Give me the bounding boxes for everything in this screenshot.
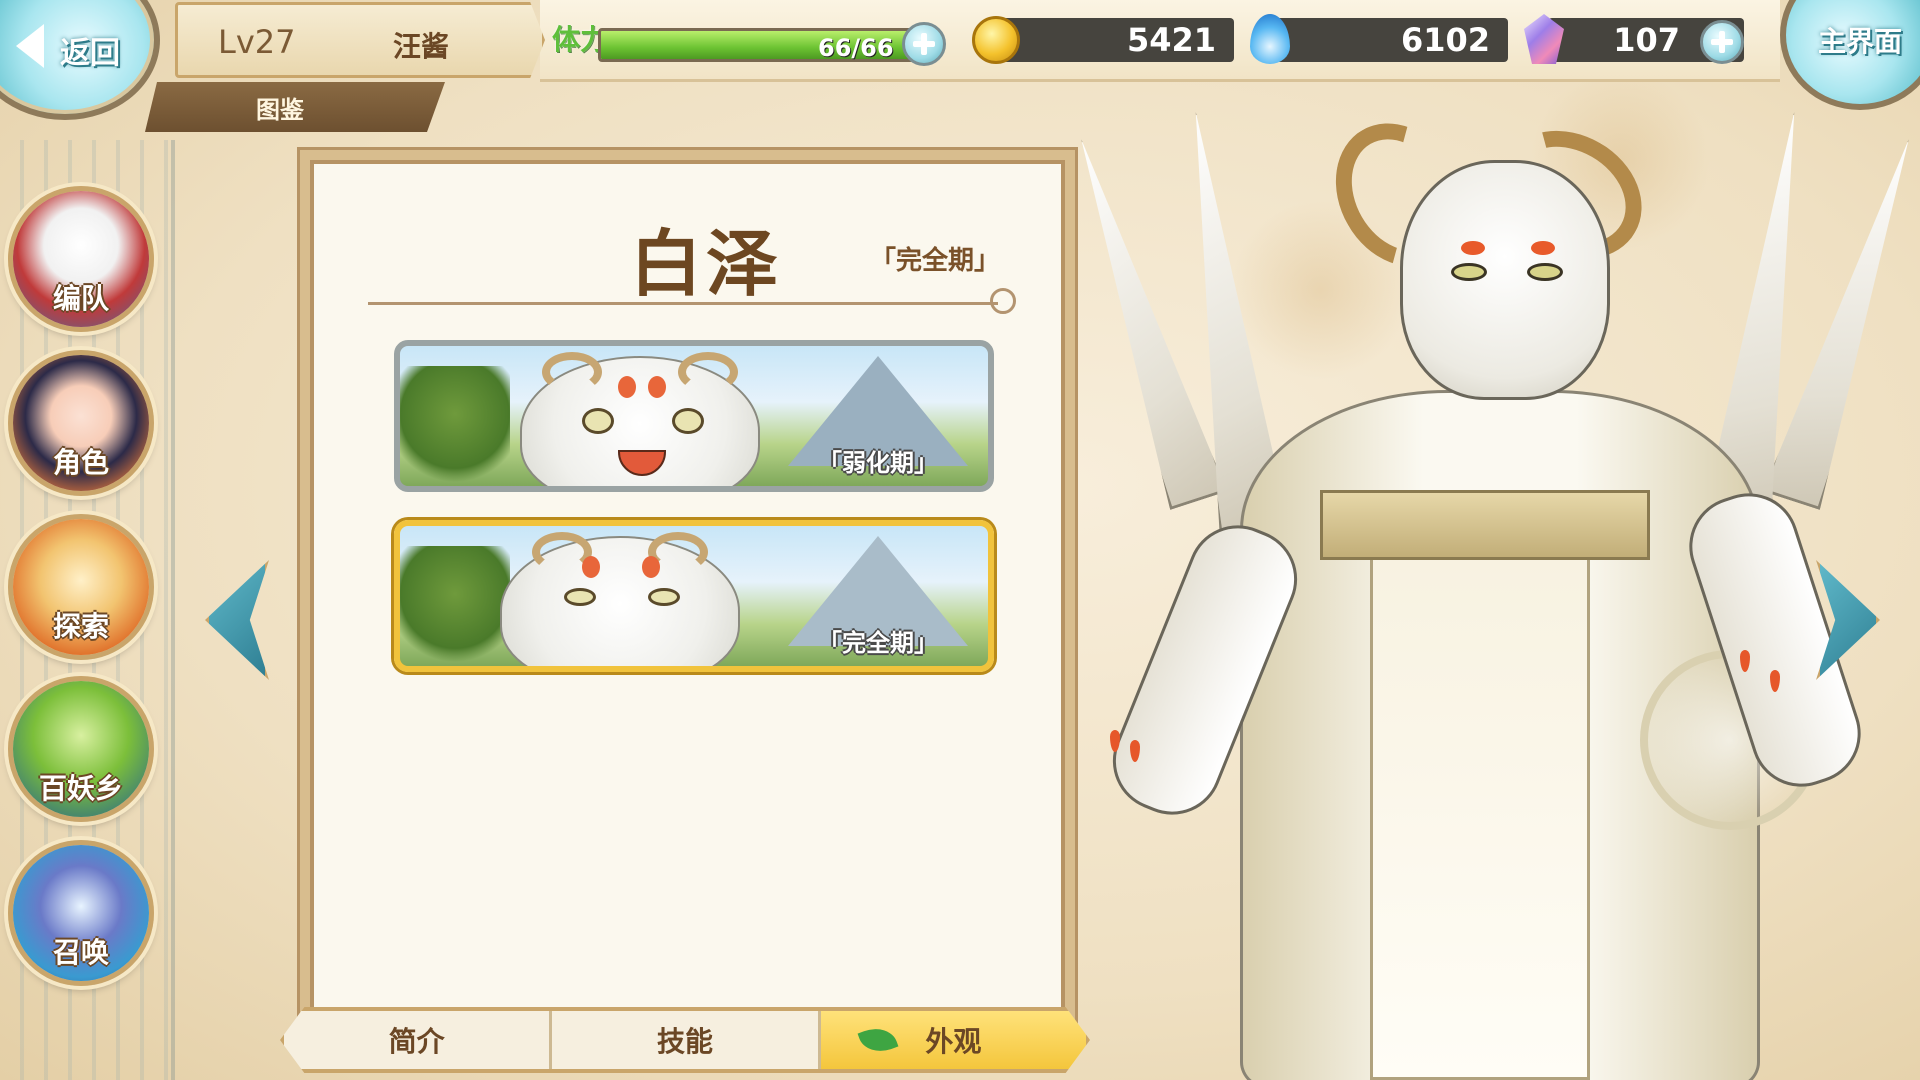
monster-name: 白泽 [630,222,783,306]
portrait-mouth [618,450,666,476]
character-illustration [1080,90,1920,1080]
face-marking [648,376,666,398]
section-title: 图鉴 [256,95,304,124]
portrait-eye [564,588,596,606]
baize-complete-portrait [500,532,740,666]
gold-value: 5421 [1126,21,1216,59]
nav-item-team[interactable]: 编队 [8,186,154,332]
card-stage-label: 「弱化期」 [818,449,938,477]
nav-item-label: 探索 [52,610,109,643]
appearance-card-complete[interactable]: 「完全期」 [394,520,994,672]
apron-art [1370,510,1590,1080]
gold-counter: 5421 [1002,18,1234,62]
tab-label: 简介 [388,1025,445,1058]
add-gems-button[interactable] [1700,20,1744,64]
appearance-card-weakened[interactable]: 「弱化期」 [394,340,994,492]
tab-label: 技能 [656,1025,713,1058]
player-name: 汪酱 [393,30,450,63]
nav-item-label: 召唤 [52,936,109,969]
character-head-art [1400,160,1610,400]
card-tree-art [400,366,510,486]
stamina-value: 66/66 [818,34,894,62]
tab-label: 外观 [925,1025,982,1058]
portrait-eye [672,408,704,434]
card-tree-art [400,546,510,666]
codex-panel: 白泽 「完全期」 「弱化期」 「完全期」 [300,150,1075,1030]
portrait-eye [582,408,614,434]
current-stage-label: 「完全期」 [870,246,1001,276]
character-eye [1527,263,1563,281]
nav-item-label: 编队 [52,282,109,315]
leaf-icon [857,1021,899,1059]
nav-item-village[interactable]: 百妖乡 [8,676,154,822]
face-marking [1531,241,1555,255]
add-stamina-button[interactable] [902,22,946,66]
back-arrow-icon [16,24,44,68]
player-level: Lv27 [218,23,296,61]
nav-item-summon[interactable]: 召唤 [8,840,154,986]
section-title-tag: 图鉴 [145,82,445,132]
tab-skills[interactable]: 技能 [552,1011,821,1069]
soul-fire-value: 6102 [1400,21,1490,59]
belt-art [1320,490,1650,560]
nav-item-label: 百妖乡 [38,772,123,805]
portrait-eye [648,588,680,606]
tab-appearance[interactable]: 外观 [820,1011,1086,1069]
face-marking [642,556,660,578]
detail-tabs: 简介 技能 外观 [280,1007,1090,1073]
baize-weakened-portrait [520,352,760,486]
tab-intro[interactable]: 简介 [284,1011,553,1069]
face-marking [618,376,636,398]
player-info-plate: Lv27 汪酱 [175,2,545,78]
horn-art [542,352,602,392]
card-stage-label: 「完全期」 [818,629,938,657]
title-divider [368,288,1016,314]
divider-curl-ornament [990,288,1016,314]
soul-fire-counter: 6102 [1276,18,1508,62]
nav-item-label: 角色 [52,446,109,479]
back-button-label: 返回 [60,36,120,71]
gem-value: 107 [1613,21,1680,59]
home-button-label: 主界面 [1818,25,1903,58]
character-eye [1451,263,1487,281]
horn-art [678,352,738,392]
gold-coin-icon [972,16,1020,64]
face-marking [1461,241,1485,255]
nav-item-character[interactable]: 角色 [8,350,154,496]
nav-item-explore[interactable]: 探索 [8,514,154,660]
face-marking [582,556,600,578]
